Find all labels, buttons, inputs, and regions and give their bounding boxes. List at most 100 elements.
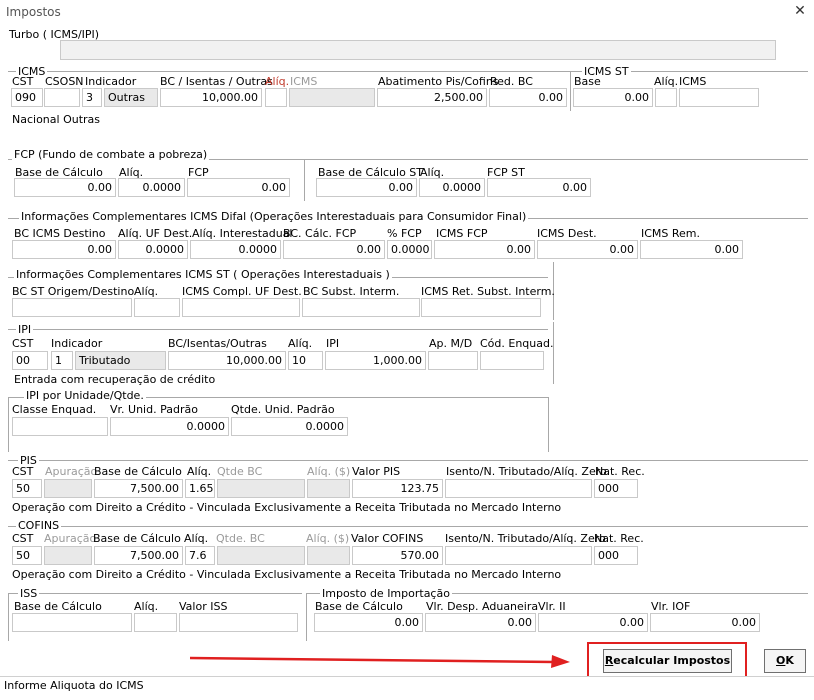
ipi-unid-vr-field[interactable]: 0.0000 [110,417,229,436]
pis-divider [8,460,808,461]
cofins-cst-field[interactable]: 50 [12,546,42,565]
ipi-section-title: IPI [16,323,34,336]
iss-aliq-field[interactable] [134,613,177,632]
pis-apuracao-label: Apuração [45,465,98,478]
fcp-base-field[interactable]: 0.00 [14,178,116,197]
pis-isento-field[interactable] [445,479,592,498]
ipi-aliq-field[interactable]: 10 [288,351,323,370]
cofins-nat-field[interactable]: 000 [594,546,638,565]
icms-st-base-field[interactable]: 0.00 [573,88,653,107]
pis-base-field[interactable]: 7,500.00 [94,479,183,498]
fcp-st-base-field[interactable]: 0.00 [316,178,417,197]
pis-nat-field[interactable]: 000 [594,479,638,498]
difal-bc-fcp-field[interactable]: 0.00 [283,240,385,259]
icms-description: Nacional Outras [12,113,101,126]
difal-icms-fcp-field[interactable]: 0.00 [434,240,535,259]
import-desp-field[interactable]: 0.00 [425,613,536,632]
turbo-field[interactable] [60,40,776,60]
import-iof-field[interactable]: 0.00 [650,613,760,632]
pis-isento-label: Isento/N. Tributado/Alíq. Zero [446,465,607,478]
ok-label: K [785,654,794,667]
ipi-unid-vr-label: Vr. Unid. Padrão [110,403,198,416]
cofins-valor-field[interactable]: 570.00 [352,546,443,565]
pis-base-label: Base de Cálculo [94,465,182,478]
icms-redbc-label: Red. BC [490,75,533,88]
annotation-arrow-shaft [189,656,555,664]
ipi-unid-section-title: IPI por Unidade/Qtde. [24,389,146,402]
difal-aliq-inter-field[interactable]: 0.0000 [190,240,281,259]
ipi-cst-field[interactable]: 00 [12,351,48,370]
pis-qtde-label: Qtde BC [217,465,263,478]
icms-bc-field[interactable]: 10,000.00 [160,88,262,107]
st-bc-field[interactable] [12,298,132,317]
iss-valor-field[interactable] [179,613,298,632]
icms-st-icms-field[interactable] [679,88,759,107]
ipi-indicador-num-field[interactable]: 1 [51,351,73,370]
cofins-apuracao-field [44,546,92,565]
st-ret-label: ICMS Ret. Subst. Interm. [421,285,555,298]
icms-csosn-field[interactable] [44,88,80,107]
iss-base-label: Base de Cálculo [14,600,102,613]
icms-redbc-field[interactable]: 0.00 [489,88,567,107]
recalcular-impostos-button[interactable]: Recalcular Impostos [603,649,732,673]
st-aliq-label: Alíq. [134,285,159,298]
ipi-unid-qtde-label: Qtde. Unid. Padrão [231,403,335,416]
icms-divider [8,71,808,72]
pis-valor-label: Valor PIS [352,465,401,478]
cofins-isento-field[interactable] [445,546,592,565]
ipi-unid-qtde-field[interactable]: 0.0000 [231,417,348,436]
icms-abat-field[interactable]: 2,500.00 [377,88,487,107]
difal-bc-dest-field[interactable]: 0.00 [12,240,116,259]
fcp-st-aliq-field[interactable]: 0.0000 [419,178,485,197]
icms-st-aliq-field[interactable] [655,88,677,107]
difal-pfcp-field[interactable]: 0.0000 [387,240,432,259]
st-ret-field[interactable] [421,298,541,317]
pis-cst-label: CST [12,465,34,478]
annotation-arrow-head [551,655,570,668]
difal-aliq-uf-field[interactable]: 0.0000 [118,240,188,259]
ipi-apmd-field[interactable] [428,351,478,370]
ipi-indicador-label: Indicador [51,337,103,350]
ipi-bc-field[interactable]: 10,000.00 [168,351,286,370]
iss-base-field[interactable] [12,613,132,632]
fcp-st-fcp-field[interactable]: 0.00 [487,178,591,197]
cofins-isento-label: Isento/N. Tributado/Alíq. Zero [445,532,606,545]
pis-aliq-field[interactable]: 1.65 [185,479,215,498]
icms-icms-field [289,88,375,107]
fcp-section-title: FCP (Fundo de combate a pobreza) [12,148,210,161]
ipi-unid-classe-field[interactable] [12,417,108,436]
cofins-aliq-field[interactable]: 7.6 [185,546,215,565]
difal-bc-fcp-label: BC. Cálc. FCP [283,227,357,240]
difal-icms-rem-field[interactable]: 0.00 [640,240,743,259]
st-aliq-field[interactable] [134,298,180,317]
st-compl-label: ICMS Compl. UF Dest. [182,285,302,298]
ok-button[interactable]: OK [764,649,806,673]
fcp-st-divider [304,159,305,201]
close-icon[interactable]: ✕ [792,3,808,19]
icms-indicador-text-field: Outras [104,88,158,107]
ipi-apmd-label: Ap. M/D [429,337,473,350]
icms-aliq-field[interactable] [265,88,287,107]
ipi-cod-field[interactable] [480,351,544,370]
difal-icms-dest-field[interactable]: 0.00 [537,240,638,259]
st-subst-label: BC Subst. Interm. [303,285,400,298]
st-compl-field[interactable] [182,298,300,317]
cofins-base-field[interactable]: 7,500.00 [94,546,183,565]
icms-aliq-label: Alíq. [265,75,290,88]
import-left-divider [306,593,307,641]
recalcular-label: ecalcular Impostos [613,654,731,667]
st-subst-field[interactable] [302,298,420,317]
icms-st-divider [570,71,571,111]
ipi-ipi-field[interactable]: 1,000.00 [325,351,426,370]
fcp-aliq-field[interactable]: 0.0000 [118,178,185,197]
cofins-aliq-label: Alíq. [184,532,209,545]
icms-indicador-num-field[interactable]: 3 [82,88,102,107]
icms-cst-field[interactable]: 090 [11,88,43,107]
pis-cst-field[interactable]: 50 [12,479,42,498]
icms-indicador-label: Indicador [85,75,137,88]
import-ii-field[interactable]: 0.00 [538,613,648,632]
import-base-field[interactable]: 0.00 [314,613,423,632]
pis-valor-field[interactable]: 123.75 [352,479,443,498]
pis-description: Operação com Direito a Crédito - Vincula… [12,501,562,514]
fcp-fcp-field[interactable]: 0.00 [187,178,290,197]
